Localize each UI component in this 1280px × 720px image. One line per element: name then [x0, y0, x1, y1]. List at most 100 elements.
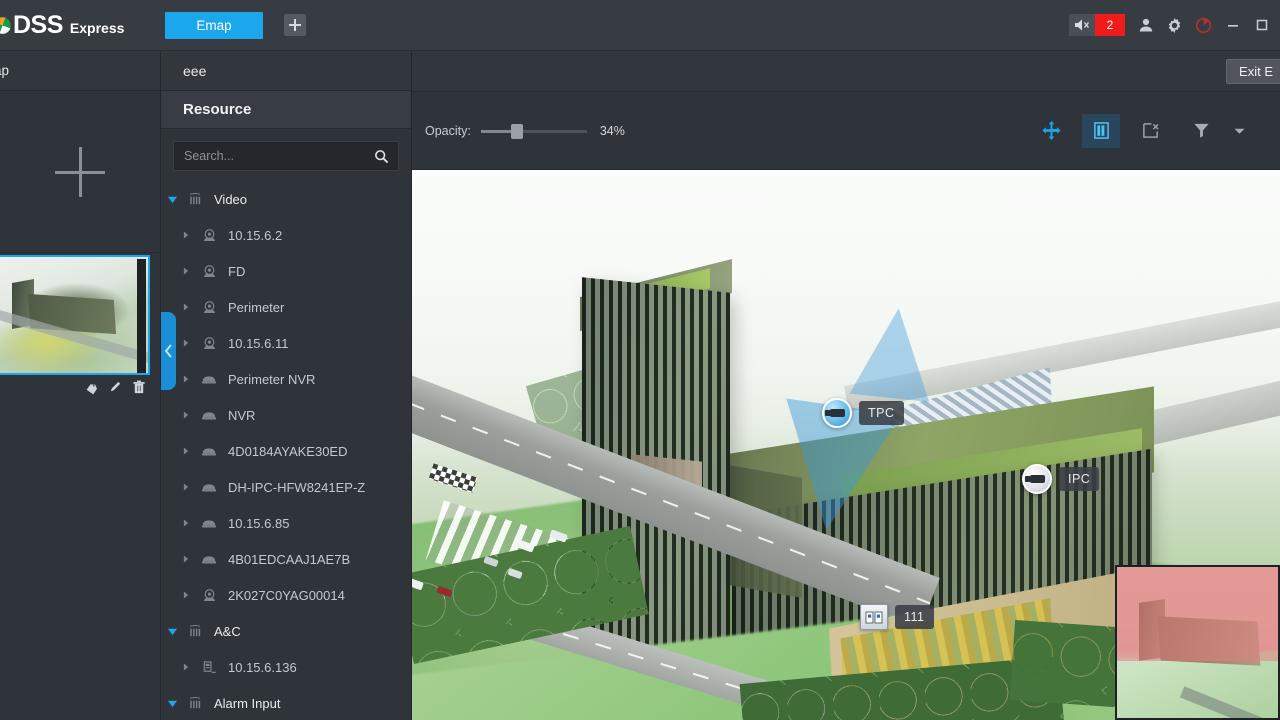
camera-pin-icon[interactable] — [822, 398, 852, 428]
chevron-right-icon[interactable] — [175, 518, 197, 528]
chevron-right-icon[interactable] — [175, 230, 197, 240]
tree-group-video[interactable]: Video — [161, 181, 411, 217]
resource-header: Resource — [161, 91, 411, 129]
tree-label: DH-IPC-HFW8241EP-Z — [228, 479, 366, 495]
gear-icon[interactable] — [1160, 10, 1189, 40]
map-marker-tpc[interactable]: TPC — [822, 398, 904, 428]
title-bar: DSS Express Emap 2 — [0, 0, 1280, 51]
map-camera-fov-upper — [849, 304, 939, 402]
chevron-right-icon[interactable] — [175, 662, 197, 672]
tree-label: 2K027C0YAG00014 — [228, 587, 345, 603]
access-controller-icon — [197, 660, 221, 675]
search-input[interactable] — [174, 149, 370, 163]
tab-emap[interactable]: Emap — [165, 11, 263, 39]
tree-item-nvr[interactable]: NVR — [161, 397, 411, 433]
move-tool-icon[interactable] — [1032, 114, 1070, 148]
camera-icon — [197, 264, 221, 279]
titlebar-controls: 2 — [1069, 10, 1280, 40]
maximize-icon[interactable] — [1247, 10, 1276, 40]
resource-tree: Video 10.15.6.2 FD Perimeter 10.15.6.11 … — [161, 179, 411, 720]
tree-item-4b01edcaaj1ae7b[interactable]: 4B01EDCAAJ1AE7B — [161, 541, 411, 577]
add-emap-button[interactable] — [0, 91, 160, 253]
tree-label: FD — [228, 263, 246, 279]
nvr-icon — [197, 372, 221, 386]
tree-item-10-15-6-85[interactable]: 10.15.6.85 — [161, 505, 411, 541]
emap-thumbnail-item — [0, 255, 160, 395]
search-icon[interactable] — [370, 149, 398, 164]
chevron-right-icon[interactable] — [175, 590, 197, 600]
chevron-right-icon[interactable] — [175, 374, 197, 384]
app-logo: DSS Express — [0, 11, 160, 40]
chevron-right-icon[interactable] — [175, 446, 197, 456]
tree-label: 10.15.6.11 — [228, 335, 289, 351]
tree-label: 10.15.6.136 — [228, 659, 297, 675]
tree-item-fd[interactable]: FD — [161, 253, 411, 289]
map-minimap[interactable] — [1115, 565, 1280, 720]
record-icon[interactable] — [1189, 10, 1218, 40]
device-pin-icon[interactable] — [860, 604, 888, 630]
video-group-icon — [183, 192, 207, 207]
chevron-right-icon[interactable] — [175, 482, 197, 492]
tree-item-10-15-6-136[interactable]: 10.15.6.136 — [161, 649, 411, 685]
exit-edit-button[interactable]: Exit E — [1226, 59, 1280, 84]
camera-icon — [197, 300, 221, 315]
chevron-right-icon[interactable] — [175, 338, 197, 348]
map-canvas[interactable]: TPC IPC 111 — [412, 170, 1280, 720]
camera-icon — [197, 588, 221, 603]
filter-dropdown-icon[interactable] — [1220, 114, 1258, 148]
map-marker-ipc[interactable]: IPC — [1022, 464, 1100, 494]
brand-secondary: Express — [69, 19, 125, 36]
emap-panel-title: ap — [0, 51, 160, 91]
chevron-down-icon[interactable] — [161, 627, 183, 636]
tree-label: Video — [214, 191, 248, 207]
edit-icon[interactable] — [108, 380, 123, 395]
chevron-right-icon[interactable] — [175, 554, 197, 564]
tree-group-ac[interactable]: A&C — [161, 613, 411, 649]
search-box[interactable] — [173, 141, 399, 171]
tree-item-4d0184ayake30ed[interactable]: 4D0184AYAKE30ED — [161, 433, 411, 469]
emap-thumbnail-actions — [0, 375, 160, 395]
speaker-mute-icon[interactable] — [1069, 14, 1095, 36]
panel-collapse-handle[interactable] — [161, 312, 176, 390]
emap-thumbnail-image — [0, 257, 148, 373]
alarm-count-badge[interactable]: 2 — [1095, 14, 1125, 36]
emap-thumbnail[interactable] — [0, 255, 150, 375]
chevron-right-icon[interactable] — [175, 302, 197, 312]
user-icon[interactable] — [1131, 10, 1160, 40]
chevron-down-icon[interactable] — [161, 195, 183, 204]
tree-item-perimeter-nvr[interactable]: Perimeter NVR — [161, 361, 411, 397]
tree-label: 10.15.6.85 — [228, 515, 290, 531]
tree-label: 4B01EDCAAJ1AE7B — [228, 551, 351, 567]
minimap-alarm-overlay — [1117, 567, 1278, 661]
tag-icon[interactable] — [84, 380, 99, 395]
tree-label: Perimeter — [228, 299, 285, 315]
map-marker-111[interactable]: 111 — [860, 604, 934, 630]
tree-item-2k027c0yag00014[interactable]: 2K027C0YAG00014 — [161, 577, 411, 613]
map-area: Exit E Opacity: 34% TPC IPC 111 — [412, 51, 1280, 720]
chevron-down-icon[interactable] — [161, 699, 183, 708]
chevron-right-icon[interactable] — [175, 410, 197, 420]
tree-group-alarm-input[interactable]: Alarm Input — [161, 685, 411, 720]
filter-tool-icon[interactable] — [1182, 114, 1220, 148]
minimize-icon[interactable] — [1218, 10, 1247, 40]
tree-item-perimeter[interactable]: Perimeter — [161, 289, 411, 325]
delete-icon[interactable] — [132, 380, 146, 395]
clear-tool-icon[interactable] — [1132, 114, 1170, 148]
tree-item-10-15-6-11[interactable]: 10.15.6.11 — [161, 325, 411, 361]
tree-label: Perimeter NVR — [228, 371, 316, 387]
add-tab-button[interactable] — [284, 14, 306, 36]
opacity-knob[interactable] — [510, 123, 523, 139]
alarm-group-icon — [183, 696, 207, 711]
tree-item-dh-ipc-hfw8241ep-z[interactable]: DH-IPC-HFW8241EP-Z — [161, 469, 411, 505]
camera-pin-icon[interactable] — [1022, 464, 1052, 494]
tree-item-10-15-6-2[interactable]: 10.15.6.2 — [161, 217, 411, 253]
select-tool-icon[interactable] — [1082, 113, 1120, 148]
thumbnail-scrollbar[interactable] — [137, 259, 146, 373]
camera-icon — [197, 336, 221, 351]
tree-label: Alarm Input — [214, 695, 281, 711]
chevron-right-icon[interactable] — [175, 266, 197, 276]
nvr-icon — [197, 408, 221, 422]
map-options-bar: Opacity: 34% — [412, 92, 1280, 170]
tree-label: 10.15.6.2 — [228, 227, 283, 243]
opacity-slider[interactable] — [480, 123, 587, 139]
